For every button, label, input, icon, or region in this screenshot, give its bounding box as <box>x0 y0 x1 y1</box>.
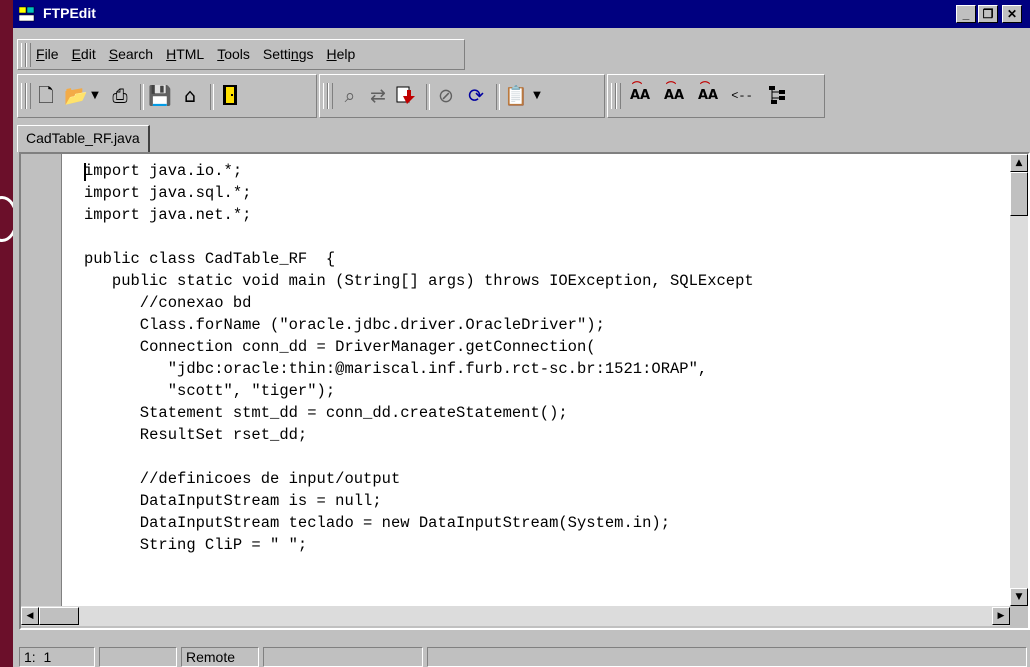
toolbar-grip-2 <box>26 83 31 109</box>
status-location: Remote <box>181 647 259 667</box>
menu-help[interactable]: Help <box>327 46 356 62</box>
new-file-icon[interactable]: 🗋 <box>34 84 58 108</box>
code-line: //definicoes de input/output <box>84 470 401 488</box>
menu-html[interactable]: HTML <box>166 46 204 62</box>
toolbar-tools: ⌕ ⇄ ⊘ ⟳ 📋 ▼ <box>319 74 605 118</box>
menu-items: File Edit Search HTML Tools Settings Hel… <box>36 46 355 62</box>
exit-door-icon[interactable] <box>218 84 242 108</box>
file-tabs: CadTable_RF.java <box>13 122 1030 152</box>
code-line: DataInputStream is = null; <box>84 492 382 510</box>
font-increase-icon[interactable]: ⌒ AA <box>628 82 652 108</box>
toolbar-separator <box>426 84 430 110</box>
horizontal-scroll-thumb[interactable] <box>39 607 79 625</box>
close-icon: ✕ <box>1006 7 1018 21</box>
refresh-icon[interactable]: ⟳ <box>464 84 488 108</box>
restore-icon: ❐ <box>982 7 994 21</box>
toolbar-separator <box>210 84 214 110</box>
menu-search[interactable]: Search <box>109 46 153 62</box>
toolbar-separator <box>140 84 144 110</box>
title-bar[interactable]: FTPEdit _ ❐ ✕ <box>13 0 1030 28</box>
scroll-up-arrow-icon[interactable]: ▲ <box>1010 154 1028 172</box>
menu-grip-2 <box>26 43 31 67</box>
scrollbar-corner <box>1010 606 1028 626</box>
menu-settings[interactable]: Settings <box>263 46 314 62</box>
status-message <box>427 647 1027 667</box>
code-editor[interactable]: import java.io.*; import java.sql.*; imp… <box>62 154 1010 606</box>
back-arrow-icon[interactable]: <-- <box>730 84 754 108</box>
tree-icon[interactable] <box>766 84 790 108</box>
dropdown-arrow-icon[interactable]: ▼ <box>88 84 102 108</box>
editor-frame: import java.io.*; import java.sql.*; imp… <box>19 152 1030 630</box>
toolbar-separator <box>496 84 500 110</box>
stop-icon[interactable]: ⊘ <box>434 84 458 108</box>
dropdown-arrow-icon[interactable]: ▼ <box>530 84 544 108</box>
clipboard-icon[interactable]: 📋 <box>504 84 528 108</box>
maximize-button[interactable]: ❐ <box>978 5 998 23</box>
font-size-icon[interactable]: ⌒ AA <box>696 82 720 108</box>
toolbar-grip-2 <box>616 83 621 109</box>
replace-icon[interactable]: ⇄ <box>366 84 390 108</box>
code-line: import java.io.*; <box>84 162 243 180</box>
minimize-button[interactable]: _ <box>956 5 976 23</box>
minimize-icon: _ <box>962 7 970 21</box>
print-icon[interactable]: ⎙ <box>108 84 132 108</box>
horizontal-scrollbar[interactable]: ◀ ▶ <box>21 606 1010 626</box>
save-icon[interactable]: 💾 <box>148 84 172 108</box>
editor-gutter[interactable] <box>21 154 62 606</box>
code-line: public class CadTable_RF { <box>84 250 336 268</box>
code-line: ResultSet rset_dd; <box>84 426 308 444</box>
code-line: import java.sql.*; <box>84 184 252 202</box>
code-line: import java.net.*; <box>84 206 252 224</box>
status-bar: 1: 1 Remote <box>13 643 1030 667</box>
code-line: public static void main (String[] args) … <box>84 272 754 290</box>
menu-tools[interactable]: Tools <box>217 46 250 62</box>
code-line: Class.forName ("oracle.jdbc.driver.Oracl… <box>84 316 605 334</box>
vertical-scroll-thumb[interactable] <box>1010 172 1028 216</box>
code-line: DataInputStream teclado = new DataInputS… <box>84 514 670 532</box>
window-title: FTPEdit <box>43 5 96 21</box>
menu-bar: File Edit Search HTML Tools Settings Hel… <box>17 39 465 70</box>
find-icon[interactable]: ⌕ <box>338 84 362 108</box>
scroll-down-arrow-icon[interactable]: ▼ <box>1010 588 1028 606</box>
status-extra <box>263 647 423 667</box>
close-button[interactable]: ✕ <box>1002 5 1022 23</box>
ftpedit-window: FTPEdit _ ❐ ✕ File Edit Search HTML Tool… <box>13 0 1030 667</box>
code-line: "jdbc:oracle:thin:@mariscal.inf.furb.rct… <box>84 360 708 378</box>
open-folder-icon[interactable]: 📂 <box>64 84 88 108</box>
scroll-left-arrow-icon[interactable]: ◀ <box>21 607 39 625</box>
code-text[interactable]: import java.io.*; import java.sql.*; imp… <box>84 160 754 556</box>
code-line: Connection conn_dd = DriverManager.getCo… <box>84 338 596 356</box>
code-line: "scott", "tiger"); <box>84 382 336 400</box>
tab-cadtable-rf-java[interactable]: CadTable_RF.java <box>17 125 150 152</box>
code-line: String CliP = " "; <box>84 536 308 554</box>
scroll-right-arrow-icon[interactable]: ▶ <box>992 607 1010 625</box>
toolbar-file: 🗋 📂 ▼ ⎙ 💾 ⌂ <box>17 74 317 118</box>
status-mode <box>99 647 177 667</box>
menu-file[interactable]: File <box>36 46 59 62</box>
open-remote-icon[interactable]: ⌂ <box>178 84 202 108</box>
toolbar-format: ⌒ AA ⌒ AA ⌒ AA <-- <box>607 74 825 118</box>
menu-edit[interactable]: Edit <box>72 46 96 62</box>
upload-icon[interactable] <box>394 84 418 108</box>
vertical-scrollbar[interactable]: ▲ ▼ <box>1010 154 1028 606</box>
toolbar-grip-2 <box>328 83 333 109</box>
cursor-position: 1: 1 <box>19 647 95 667</box>
code-line: //conexao bd <box>84 294 252 312</box>
code-line: Statement stmt_dd = conn_dd.createStatem… <box>84 404 568 422</box>
font-decrease-icon[interactable]: ⌒ AA <box>662 82 686 108</box>
app-icon <box>19 6 35 22</box>
